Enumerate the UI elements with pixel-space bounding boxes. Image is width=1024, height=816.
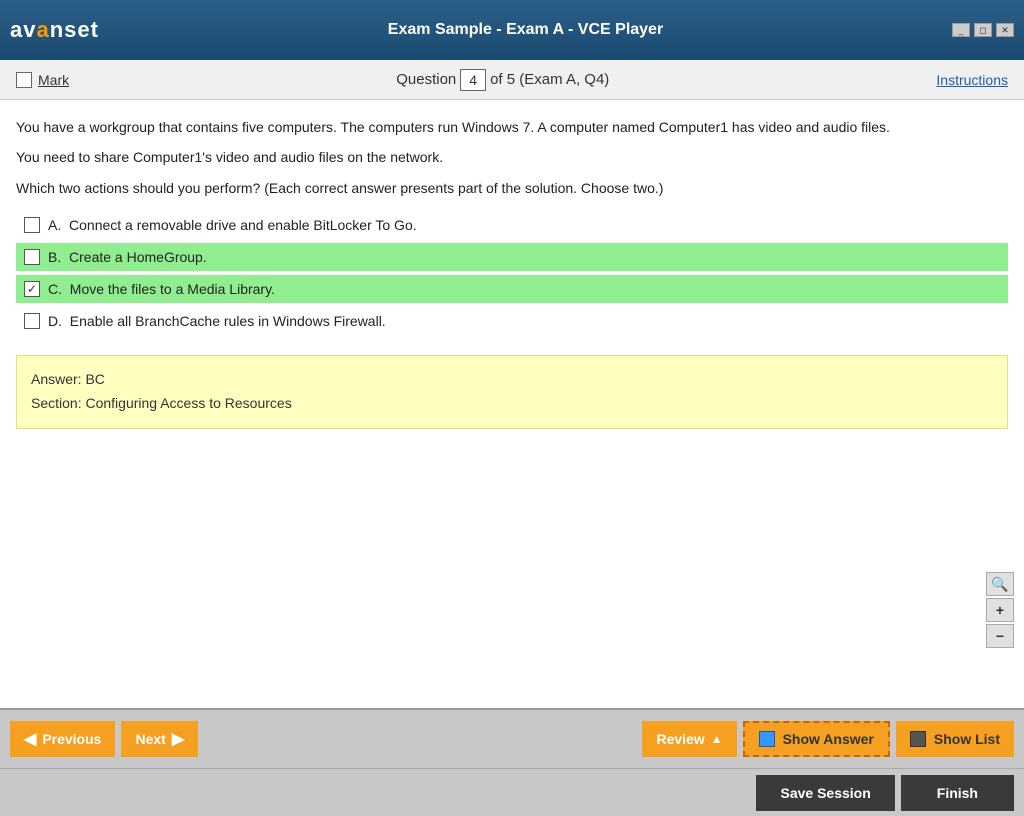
show-answer-icon bbox=[759, 731, 775, 747]
question-paragraph-1: You have a workgroup that contains five … bbox=[16, 116, 1008, 138]
option-d-checkbox[interactable] bbox=[24, 313, 40, 329]
instructions-link[interactable]: Instructions bbox=[936, 72, 1008, 88]
close-button[interactable]: ✕ bbox=[996, 23, 1014, 37]
save-finish-row: Save Session Finish bbox=[0, 768, 1024, 816]
search-button[interactable]: 🔍 bbox=[986, 572, 1014, 596]
save-session-button[interactable]: Save Session bbox=[756, 775, 894, 811]
option-a[interactable]: A. Connect a removable drive and enable … bbox=[16, 211, 1008, 239]
zoom-out-button[interactable]: − bbox=[986, 624, 1014, 648]
question-paragraph-3: Which two actions should you perform? (E… bbox=[16, 177, 1008, 199]
option-d[interactable]: D. Enable all BranchCache rules in Windo… bbox=[16, 307, 1008, 335]
show-list-icon bbox=[910, 731, 926, 747]
next-button[interactable]: Next ▶ bbox=[121, 721, 198, 757]
mark-checkbox[interactable] bbox=[16, 72, 32, 88]
next-arrow-icon: ▶ bbox=[172, 729, 184, 749]
show-answer-label: Show Answer bbox=[783, 731, 874, 747]
question-info: Question 4 of 5 (Exam A, Q4) bbox=[396, 69, 609, 91]
header-row: Mark Question 4 of 5 (Exam A, Q4) Instru… bbox=[0, 60, 1024, 100]
answer-section: Answer: BC Section: Configuring Access t… bbox=[16, 355, 1008, 429]
option-c-label: C. Move the files to a Media Library. bbox=[48, 281, 275, 297]
answer-line-2: Section: Configuring Access to Resources bbox=[31, 392, 993, 416]
option-a-label: A. Connect a removable drive and enable … bbox=[48, 217, 417, 233]
options-list: A. Connect a removable drive and enable … bbox=[16, 211, 1008, 335]
bottom-toolbar: ◀ Previous Next ▶ Review ▲ Show Answer S… bbox=[0, 708, 1024, 768]
previous-label: Previous bbox=[42, 731, 101, 747]
zoom-controls: 🔍 + − bbox=[986, 572, 1014, 648]
question-paragraph-2: You need to share Computer1's video and … bbox=[16, 146, 1008, 168]
window-controls: _ ◻ ✕ bbox=[952, 23, 1014, 37]
logo: avanset bbox=[10, 17, 99, 43]
show-answer-button[interactable]: Show Answer bbox=[743, 721, 890, 757]
option-d-label: D. Enable all BranchCache rules in Windo… bbox=[48, 313, 386, 329]
next-label: Next bbox=[135, 731, 165, 747]
zoom-in-button[interactable]: + bbox=[986, 598, 1014, 622]
previous-button[interactable]: ◀ Previous bbox=[10, 721, 115, 757]
minimize-button[interactable]: _ bbox=[952, 23, 970, 37]
previous-arrow-icon: ◀ bbox=[24, 729, 36, 749]
main-content: You have a workgroup that contains five … bbox=[0, 100, 1024, 708]
review-button[interactable]: Review ▲ bbox=[642, 721, 736, 757]
question-number: 4 bbox=[460, 69, 486, 91]
question-total: of 5 (Exam A, Q4) bbox=[490, 71, 609, 88]
option-c[interactable]: ✓ C. Move the files to a Media Library. bbox=[16, 275, 1008, 303]
restore-button[interactable]: ◻ bbox=[974, 23, 992, 37]
option-a-checkbox[interactable] bbox=[24, 217, 40, 233]
mark-label[interactable]: Mark bbox=[38, 72, 69, 88]
option-c-checkbox[interactable]: ✓ bbox=[24, 281, 40, 297]
option-b[interactable]: B. Create a HomeGroup. bbox=[16, 243, 1008, 271]
option-b-label: B. Create a HomeGroup. bbox=[48, 249, 207, 265]
finish-button[interactable]: Finish bbox=[901, 775, 1014, 811]
logo-area: avanset bbox=[10, 17, 99, 43]
answer-line-1: Answer: BC bbox=[31, 368, 993, 392]
option-b-checkbox[interactable] bbox=[24, 249, 40, 265]
review-label: Review bbox=[656, 731, 704, 747]
review-dropdown-icon: ▲ bbox=[711, 732, 723, 746]
show-list-button[interactable]: Show List bbox=[896, 721, 1014, 757]
mark-area: Mark bbox=[16, 72, 69, 88]
question-label: Question bbox=[396, 71, 456, 88]
show-list-label: Show List bbox=[934, 731, 1000, 747]
window-title: Exam Sample - Exam A - VCE Player bbox=[99, 21, 952, 39]
titlebar: avanset Exam Sample - Exam A - VCE Playe… bbox=[0, 0, 1024, 60]
